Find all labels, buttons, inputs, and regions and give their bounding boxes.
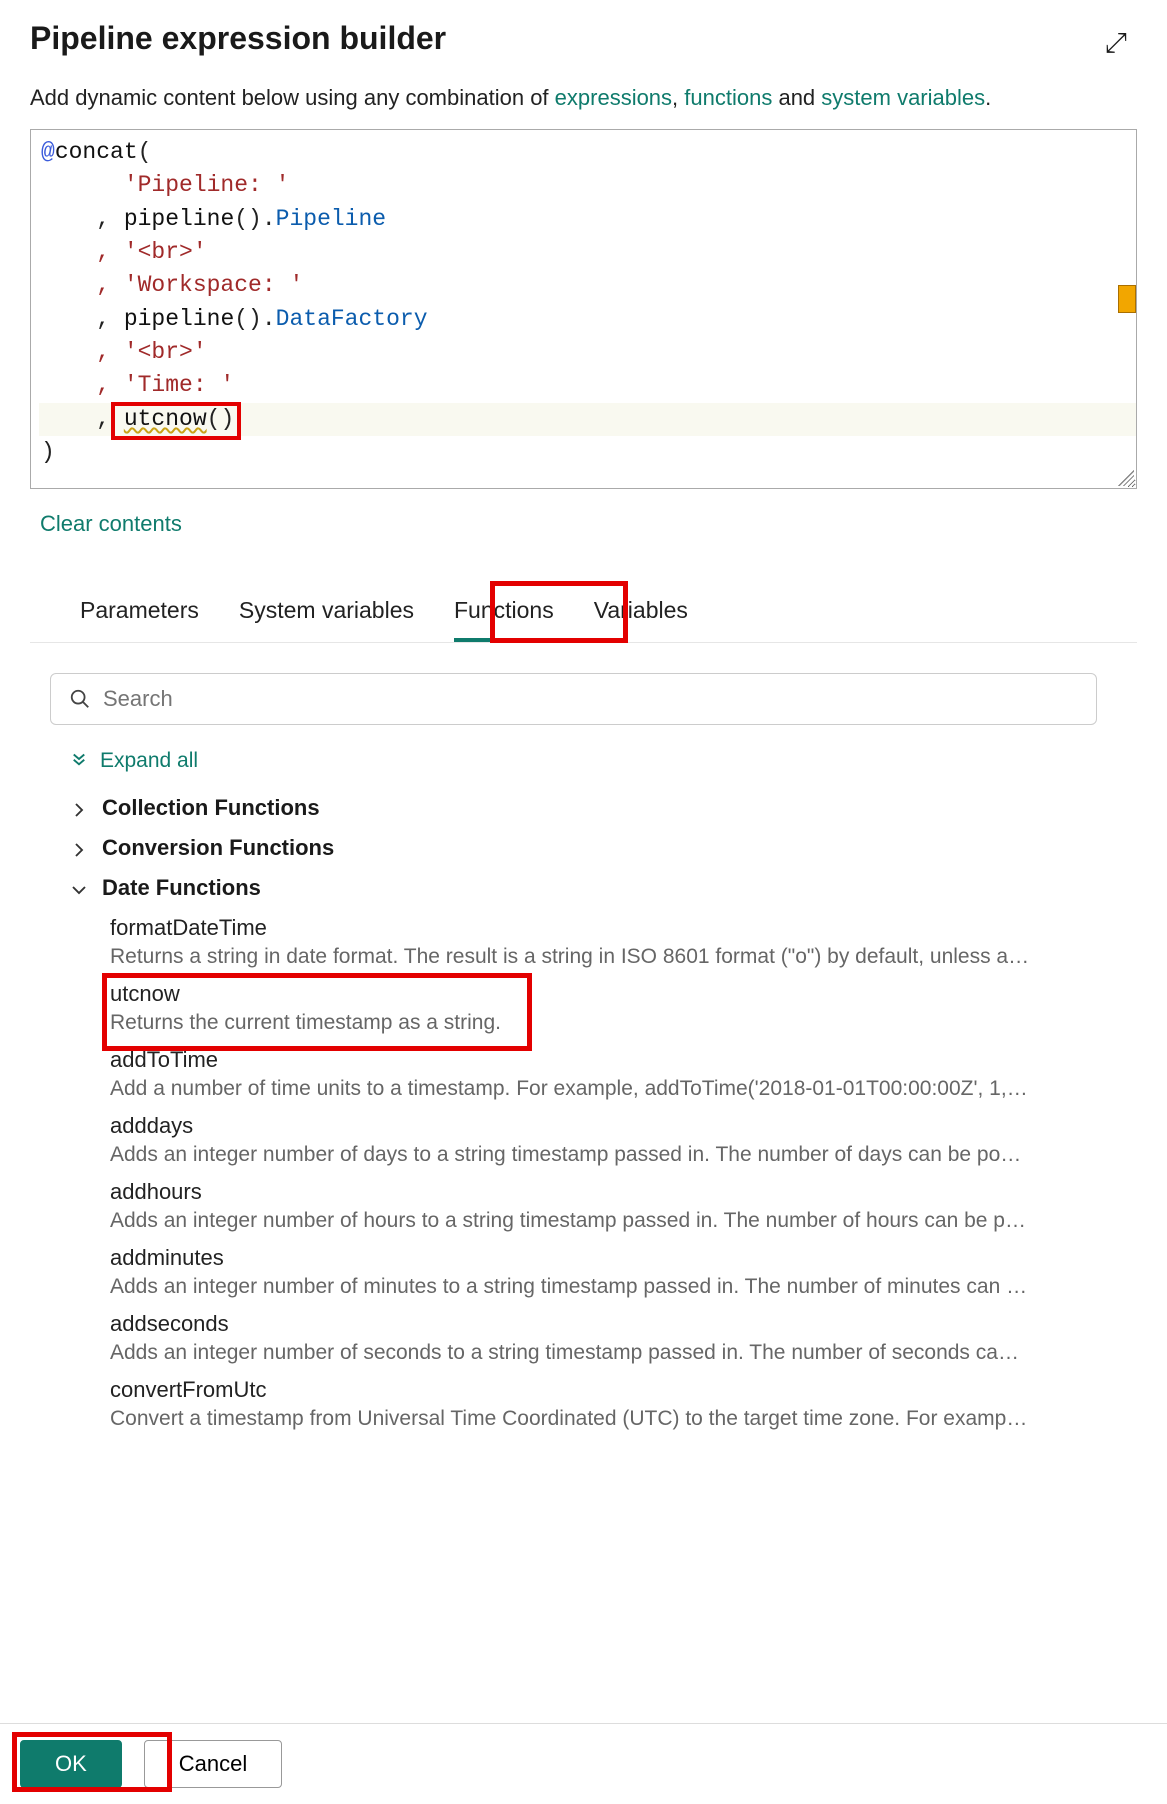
expression-editor[interactable]: @concat( 'Pipeline: ' , pipeline().Pipel… bbox=[30, 129, 1137, 489]
function-name: addhours bbox=[110, 1179, 1107, 1205]
function-desc: Add a number of time units to a timestam… bbox=[110, 1077, 1030, 1101]
footer: OK Cancel bbox=[0, 1723, 1167, 1804]
functions-link[interactable]: functions bbox=[684, 85, 772, 110]
category-date[interactable]: Date Functions bbox=[70, 875, 1117, 901]
category-label: Date Functions bbox=[102, 875, 261, 901]
functions-panel-scroll[interactable]: Expand all Collection Functions Conversi… bbox=[30, 663, 1137, 1663]
function-desc: Adds an integer number of hours to a str… bbox=[110, 1209, 1030, 1233]
chevrons-down-icon bbox=[70, 750, 88, 772]
function-desc: Adds an integer number of seconds to a s… bbox=[110, 1341, 1030, 1365]
function-desc: Returns a string in date format. The res… bbox=[110, 945, 1030, 969]
system-variables-link[interactable]: system variables bbox=[821, 85, 985, 110]
tab-system-variables[interactable]: System variables bbox=[239, 597, 414, 642]
category-collection[interactable]: Collection Functions bbox=[70, 795, 1117, 821]
chevron-right-icon bbox=[70, 839, 88, 857]
tab-parameters[interactable]: Parameters bbox=[80, 597, 199, 642]
function-name: addseconds bbox=[110, 1311, 1107, 1337]
function-name: convertFromUtc bbox=[110, 1377, 1107, 1403]
function-utcnow[interactable]: utcnow Returns the current timestamp as … bbox=[110, 981, 1117, 1035]
search-input[interactable] bbox=[103, 686, 1078, 712]
search-box[interactable] bbox=[50, 673, 1097, 725]
editor-warning-marker bbox=[1118, 285, 1136, 313]
function-adddays[interactable]: adddays Adds an integer number of days t… bbox=[110, 1113, 1117, 1167]
function-addseconds[interactable]: addseconds Adds an integer number of sec… bbox=[110, 1311, 1117, 1365]
main-scroll[interactable]: Pipeline expression builder ⤢ Add dynami… bbox=[0, 0, 1167, 1690]
function-name: utcnow bbox=[110, 981, 1107, 1007]
function-desc: Returns the current timestamp as a strin… bbox=[110, 1011, 1030, 1035]
category-conversion[interactable]: Conversion Functions bbox=[70, 835, 1117, 861]
function-desc: Convert a timestamp from Universal Time … bbox=[110, 1407, 1030, 1431]
expand-all-label: Expand all bbox=[100, 749, 198, 773]
ok-button[interactable]: OK bbox=[20, 1740, 122, 1788]
function-name: formatDateTime bbox=[110, 915, 1107, 941]
tabs: Parameters System variables Functions Va… bbox=[30, 597, 1137, 643]
clear-contents-link[interactable]: Clear contents bbox=[40, 511, 182, 537]
subtitle-text: Add dynamic content below using any comb… bbox=[30, 85, 555, 110]
page-title: Pipeline expression builder bbox=[30, 20, 446, 57]
tab-variables[interactable]: Variables bbox=[594, 597, 688, 642]
search-icon bbox=[69, 688, 91, 710]
category-label: Collection Functions bbox=[102, 795, 320, 821]
subtitle: Add dynamic content below using any comb… bbox=[30, 85, 1137, 111]
chevron-right-icon bbox=[70, 799, 88, 817]
function-desc: Adds an integer number of days to a stri… bbox=[110, 1143, 1030, 1167]
function-addhours[interactable]: addhours Adds an integer number of hours… bbox=[110, 1179, 1117, 1233]
function-name: addToTime bbox=[110, 1047, 1107, 1073]
cancel-button[interactable]: Cancel bbox=[144, 1740, 282, 1788]
function-addminutes[interactable]: addminutes Adds an integer number of min… bbox=[110, 1245, 1117, 1299]
expand-icon[interactable]: ⤢ bbox=[1105, 27, 1127, 60]
chevron-down-icon bbox=[70, 879, 88, 897]
resize-handle-icon[interactable] bbox=[1118, 470, 1134, 486]
function-name: addminutes bbox=[110, 1245, 1107, 1271]
tab-functions[interactable]: Functions bbox=[454, 597, 554, 642]
expand-all-link[interactable]: Expand all bbox=[70, 749, 1117, 773]
function-formatDateTime[interactable]: formatDateTime Returns a string in date … bbox=[110, 915, 1117, 969]
category-label: Conversion Functions bbox=[102, 835, 334, 861]
function-desc: Adds an integer number of minutes to a s… bbox=[110, 1275, 1030, 1299]
function-convertFromUtc[interactable]: convertFromUtc Convert a timestamp from … bbox=[110, 1377, 1117, 1431]
expressions-link[interactable]: expressions bbox=[555, 85, 672, 110]
function-addToTime[interactable]: addToTime Add a number of time units to … bbox=[110, 1047, 1117, 1101]
function-name: adddays bbox=[110, 1113, 1107, 1139]
